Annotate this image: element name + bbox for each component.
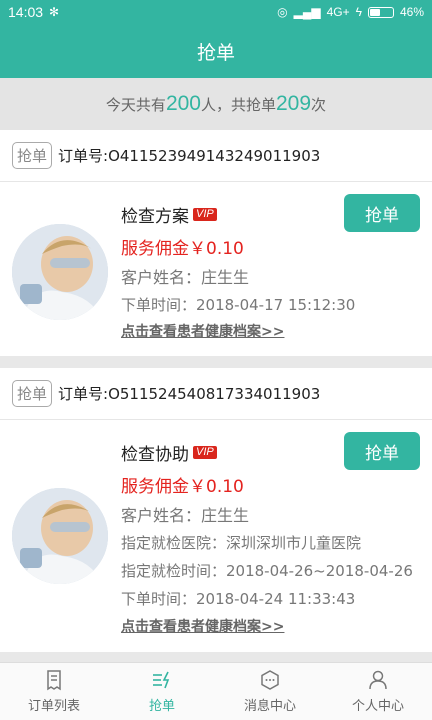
grab-lightning-icon	[153, 671, 170, 689]
avatar	[12, 224, 108, 320]
customer-name: 客户姓名：庄生生	[121, 268, 250, 287]
order-number: 订单号:O511524540817334011903	[58, 385, 321, 403]
tab-messages[interactable]: 消息中心	[216, 663, 324, 720]
tab-label: 抢单	[148, 699, 175, 714]
order-time: 下单时间：2018-04-24 11:33:43	[121, 590, 356, 608]
tab-profile[interactable]: 个人中心	[324, 663, 432, 720]
order-body: 检查方案 VIP 服务佣金￥0.10 客户姓名：庄生生 下单时间：2018-04…	[0, 182, 432, 356]
vip-badge: VIP	[193, 446, 217, 459]
grab-tag: 抢单	[12, 380, 53, 407]
status-time: 14:03	[8, 4, 44, 20]
customer-name: 客户姓名：庄生生	[121, 506, 250, 525]
tab-order-list[interactable]: 订单列表	[0, 663, 108, 720]
battery-percent: 46%	[399, 5, 424, 19]
vibrate-icon: ◎	[277, 5, 288, 19]
grab-order-button[interactable]: 抢单	[344, 194, 420, 232]
receipt-icon	[47, 670, 61, 691]
summary-suffix: 次	[311, 95, 327, 114]
summary-banner: 今天共有 200 人，共抢单 209 次	[0, 78, 432, 130]
page-title: 抢单	[0, 24, 432, 78]
order-header: 抢单 订单号:O511524540817334011903	[0, 368, 432, 420]
grab-tag: 抢单	[12, 142, 53, 169]
notification-icon: ✻	[49, 5, 60, 19]
summary-grab-count: 209	[276, 92, 312, 115]
commission: 服务佣金￥0.10	[121, 477, 244, 497]
order-body: 检查协助 VIP 服务佣金￥0.10 客户姓名：庄生生 指定就检医院：深圳深圳市…	[0, 420, 432, 652]
summary-middle: 人，共抢单	[200, 95, 276, 114]
charging-icon: ϟ	[355, 5, 362, 19]
health-record-link[interactable]: 点击查看患者健康档案>>	[121, 616, 284, 636]
status-right: ◎ ▂▄▆ 4G+ ϟ 46%	[277, 5, 424, 19]
message-icon	[261, 670, 279, 690]
signal-icon: ▂▄▆	[293, 5, 321, 19]
order-header: 抢单 订单号:O411523949143249011903	[0, 130, 432, 182]
order-card: 抢单 订单号:O411523949143249011903 检查方案 VIP 服…	[0, 130, 432, 356]
order-time: 下单时间：2018-04-17 15:12:30	[121, 296, 356, 314]
status-bar: 14:03 ✻ ◎ ▂▄▆ 4G+ ϟ 46%	[0, 0, 432, 24]
service-title: 检查协助	[121, 445, 189, 465]
vip-badge: VIP	[193, 208, 217, 221]
designated-check-time: 指定就检时间：2018-04-26~2018-04-26	[121, 562, 413, 580]
order-card: 抢单 订单号:O511524540817334011903 检查协助 VIP 服…	[0, 368, 432, 652]
health-record-link[interactable]: 点击查看患者健康档案>>	[121, 321, 284, 341]
service-title: 检查方案	[121, 207, 189, 227]
bottom-tab-bar: 订单列表 抢单 消息中心 个人中心	[0, 662, 432, 720]
tab-label: 订单列表	[27, 699, 80, 714]
order-number: 订单号:O411523949143249011903	[58, 147, 321, 165]
grab-order-button[interactable]: 抢单	[344, 432, 420, 470]
battery-icon	[367, 6, 394, 18]
network-label: 4G+	[326, 5, 350, 19]
tab-label: 消息中心	[243, 699, 296, 714]
service-title-row: 检查方案 VIP	[121, 202, 217, 227]
designated-hospital: 指定就检医院：深圳深圳市儿童医院	[121, 534, 362, 552]
tab-label: 个人中心	[351, 699, 404, 714]
summary-prefix: 今天共有	[105, 95, 166, 114]
commission: 服务佣金￥0.10	[121, 239, 244, 259]
tab-grab[interactable]: 抢单	[108, 663, 216, 720]
avatar	[12, 488, 108, 584]
service-title-row: 检查协助 VIP	[121, 440, 217, 465]
user-icon	[369, 670, 387, 690]
summary-people-count: 200	[165, 92, 201, 115]
